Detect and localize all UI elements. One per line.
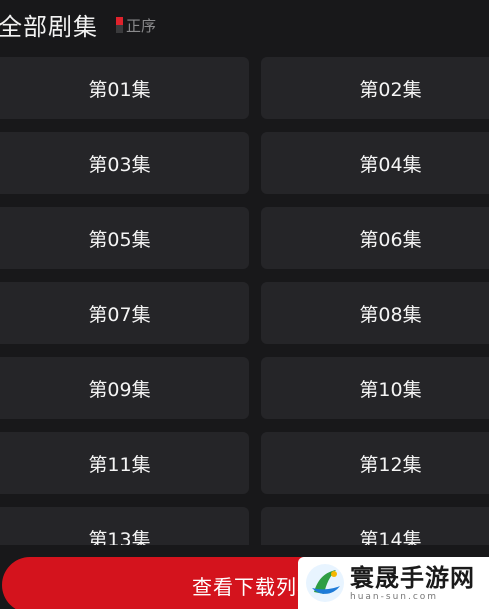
episode-button[interactable]: 第01集 xyxy=(0,57,249,119)
watermark-logo-icon xyxy=(306,564,344,602)
site-watermark: 寰晟手游网 huan-sun.com xyxy=(298,557,489,609)
sort-order-label: 正序 xyxy=(126,16,157,35)
episode-button[interactable]: 第13集 xyxy=(0,507,249,545)
episode-button[interactable]: 第04集 xyxy=(261,132,489,194)
episode-button[interactable]: 第09集 xyxy=(0,357,249,419)
watermark-url: huan-sun.com xyxy=(350,591,439,602)
episode-list-page: 全部剧集 正序 第01集 第02集 第03集 第04集 第05集 第06集 第0… xyxy=(0,0,489,609)
episode-button[interactable]: 第07集 xyxy=(0,282,249,344)
episode-button[interactable]: 第02集 xyxy=(261,57,489,119)
episode-button[interactable]: 第14集 xyxy=(261,507,489,545)
watermark-text: 寰晟手游网 huan-sun.com xyxy=(350,562,475,603)
watermark-name: 寰晟手游网 xyxy=(350,562,475,592)
sort-order-icon xyxy=(116,17,123,33)
page-title: 全部剧集 xyxy=(0,12,98,41)
episode-button[interactable]: 第12集 xyxy=(261,432,489,494)
sort-order-toggle[interactable]: 正序 xyxy=(116,15,156,36)
episode-button[interactable]: 第05集 xyxy=(0,207,249,269)
episode-button[interactable]: 第10集 xyxy=(261,357,489,419)
episode-button[interactable]: 第08集 xyxy=(261,282,489,344)
episode-grid: 第01集 第02集 第03集 第04集 第05集 第06集 第07集 第08集 … xyxy=(0,57,489,545)
episode-list-header: 全部剧集 正序 xyxy=(0,0,156,48)
episode-button[interactable]: 第03集 xyxy=(0,132,249,194)
episode-button[interactable]: 第06集 xyxy=(261,207,489,269)
episode-button[interactable]: 第11集 xyxy=(0,432,249,494)
